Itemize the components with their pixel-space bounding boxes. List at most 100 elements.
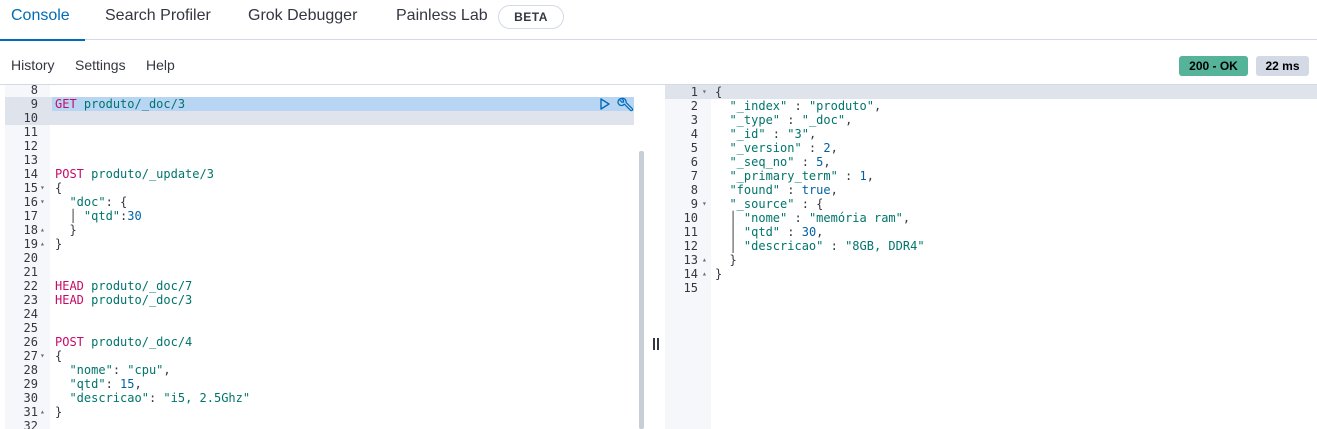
line-number: 11 bbox=[683, 225, 698, 239]
line-number: 14 bbox=[683, 267, 698, 281]
code-token: "3" bbox=[787, 127, 809, 141]
code-token: , bbox=[866, 169, 874, 183]
line-number: 13 bbox=[23, 153, 38, 167]
line-number: 5 bbox=[690, 141, 698, 155]
tab-search-profiler[interactable]: Search Profiler bbox=[105, 0, 211, 40]
line-number: 30 bbox=[23, 391, 38, 405]
fold-close-icon[interactable]: ▴ bbox=[702, 267, 707, 281]
play-icon bbox=[600, 98, 610, 110]
fold-close-icon[interactable]: ▴ bbox=[40, 237, 45, 251]
code-text: { bbox=[55, 349, 62, 363]
code-token: } bbox=[715, 267, 723, 281]
code-token: , bbox=[845, 113, 853, 127]
tab-painless-lab[interactable]: Painless Lab bbox=[396, 0, 488, 40]
code-token: : bbox=[780, 113, 802, 127]
code-token: "i5, 2.5Ghz" bbox=[163, 391, 251, 405]
fold-close-icon[interactable]: ▴ bbox=[40, 405, 45, 419]
line-number: 22 bbox=[23, 279, 38, 293]
history-link[interactable]: History bbox=[11, 57, 55, 73]
code-token: 1 bbox=[859, 169, 867, 183]
line-number: 15 bbox=[23, 181, 38, 195]
code-text: POST produto/_doc/4 bbox=[55, 335, 192, 349]
fold-open-icon[interactable]: ▾ bbox=[40, 181, 45, 195]
code-token: } bbox=[55, 405, 63, 419]
line-number: 15 bbox=[683, 281, 698, 295]
code-token: : { bbox=[105, 195, 128, 209]
code-token: , bbox=[816, 225, 824, 239]
code-token: } bbox=[715, 253, 737, 267]
code-token: produto/_doc/7 bbox=[91, 279, 193, 293]
code-token: : bbox=[823, 239, 846, 253]
code-text: } bbox=[55, 237, 62, 251]
code-token: , bbox=[902, 211, 911, 225]
request-scrollbar[interactable] bbox=[639, 151, 644, 429]
status-badge: 200 - OK bbox=[1179, 56, 1248, 76]
code-token: : bbox=[794, 155, 817, 169]
settings-link[interactable]: Settings bbox=[75, 57, 126, 73]
line-number: 19 bbox=[23, 237, 38, 251]
code-token: "cpu" bbox=[127, 363, 164, 377]
fold-close-icon[interactable]: ▴ bbox=[40, 223, 45, 237]
code-text: HEAD produto/_doc/7 bbox=[55, 279, 192, 293]
line-number: 10 bbox=[683, 211, 698, 225]
tab-console[interactable]: Console bbox=[0, 0, 85, 41]
tab-grok-debugger[interactable]: Grok Debugger bbox=[248, 0, 357, 40]
panel-resize-handle[interactable] bbox=[652, 338, 660, 352]
line-number: 20 bbox=[23, 251, 38, 265]
line-number: 28 bbox=[23, 363, 38, 377]
code-text: "_index" : "produto", bbox=[715, 99, 881, 113]
code-token: "_seq_no" bbox=[729, 155, 795, 169]
line-number: 8 bbox=[30, 83, 38, 97]
code-token: : bbox=[780, 225, 802, 239]
code-token: "_doc" bbox=[801, 113, 846, 127]
beta-badge: BETA bbox=[498, 5, 564, 29]
line-number: 27 bbox=[23, 349, 38, 363]
fold-open-icon[interactable]: ▾ bbox=[40, 195, 45, 209]
code-text: "_version" : 2, bbox=[715, 141, 837, 155]
code-token: "_type" bbox=[729, 113, 781, 127]
code-token: : bbox=[787, 211, 809, 225]
code-token: : bbox=[837, 169, 860, 183]
code-text: "found" : true, bbox=[715, 183, 837, 197]
code-token: "nome" bbox=[69, 363, 113, 377]
fold-open-icon[interactable]: ▾ bbox=[702, 197, 707, 211]
code-text: │ "nome" : "memória ram", bbox=[715, 211, 910, 225]
line-number: 8 bbox=[690, 183, 698, 197]
line-number: 16 bbox=[23, 195, 38, 209]
line-number: 2 bbox=[690, 99, 698, 113]
line-number: 1 bbox=[690, 85, 698, 99]
help-link[interactable]: Help bbox=[146, 57, 175, 73]
code-token: { bbox=[55, 349, 63, 363]
line-number: 14 bbox=[23, 167, 38, 181]
code-token: : bbox=[112, 363, 128, 377]
line-number: 13 bbox=[683, 253, 698, 267]
line-number: 11 bbox=[23, 125, 38, 139]
line-number: 31 bbox=[23, 405, 38, 419]
code-text: } bbox=[715, 267, 722, 281]
code-token: true bbox=[801, 183, 831, 197]
code-token: "nome" bbox=[743, 211, 788, 225]
fold-open-icon[interactable]: ▾ bbox=[40, 349, 45, 363]
code-text: "descricao": "i5, 2.5Ghz" bbox=[55, 391, 250, 405]
wrench-icon bbox=[617, 97, 634, 112]
code-text: GET produto/_doc/3 bbox=[55, 97, 185, 111]
code-token: 30 bbox=[801, 225, 817, 239]
code-token: │ bbox=[715, 239, 744, 253]
code-token: , bbox=[873, 99, 882, 113]
code-token: } bbox=[55, 237, 63, 251]
line-number: 4 bbox=[690, 127, 698, 141]
fold-close-icon[interactable]: ▴ bbox=[702, 253, 707, 267]
fold-open-icon[interactable]: ▾ bbox=[702, 85, 707, 99]
code-token: { bbox=[715, 85, 723, 99]
line-number: 29 bbox=[23, 377, 38, 391]
send-request-button[interactable] bbox=[598, 96, 612, 117]
code-token: "descricao" bbox=[743, 239, 824, 253]
code-token: "descricao" bbox=[69, 391, 149, 405]
code-token: "8GB, DDR4" bbox=[845, 239, 925, 253]
code-text: { bbox=[55, 181, 62, 195]
code-token: : bbox=[765, 127, 788, 141]
request-options-button[interactable] bbox=[616, 96, 634, 119]
